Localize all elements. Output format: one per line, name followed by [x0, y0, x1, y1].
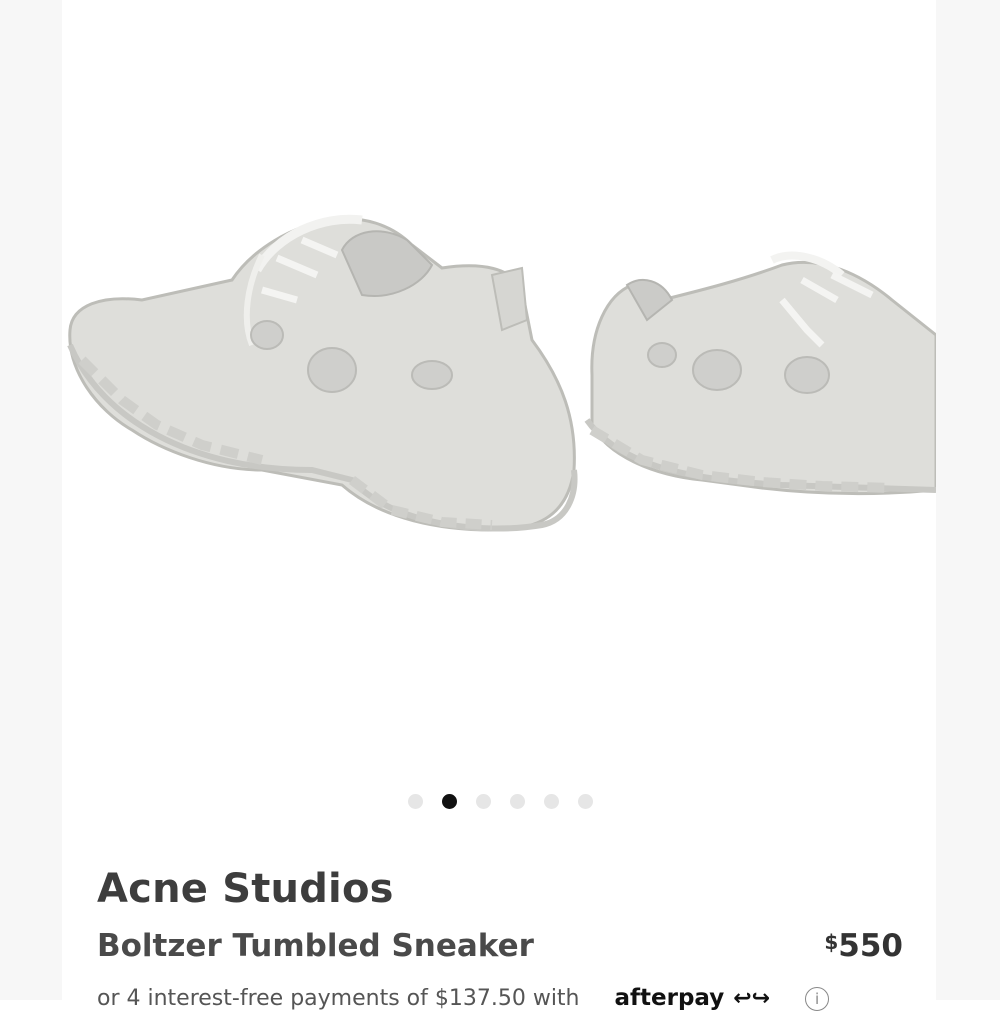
- product-image: [67, 214, 936, 532]
- carousel-dot[interactable]: [577, 793, 593, 809]
- carousel-dot[interactable]: [441, 793, 457, 809]
- product-price: $550: [824, 928, 903, 964]
- carousel-dot[interactable]: [407, 793, 423, 809]
- afterpay-arrows-icon: ↩↪: [733, 986, 771, 1011]
- carousel-dot[interactable]: [509, 793, 525, 809]
- afterpay-text: or 4 interest-free payments of $137.50 w…: [97, 986, 580, 1011]
- right-gutter: [936, 0, 1000, 1000]
- product-name: Boltzer Tumbled Sneaker: [97, 928, 534, 964]
- afterpay-banner: or 4 interest-free payments of $137.50 w…: [97, 985, 830, 1011]
- product-image-gallery[interactable]: [62, 0, 936, 780]
- left-gutter: [0, 0, 62, 1000]
- carousel-dot[interactable]: [543, 793, 559, 809]
- right-sneaker-image: [584, 251, 936, 496]
- afterpay-logo: afterpay: [614, 985, 725, 1011]
- price-amount: 550: [838, 928, 903, 964]
- carousel-indicators: [0, 792, 1000, 810]
- info-icon[interactable]: i: [805, 987, 830, 1011]
- carousel-dot[interactable]: [475, 793, 491, 809]
- price-currency: $: [824, 930, 839, 954]
- brand-name: Acne Studios: [97, 866, 394, 912]
- left-sneaker-image: [67, 214, 578, 532]
